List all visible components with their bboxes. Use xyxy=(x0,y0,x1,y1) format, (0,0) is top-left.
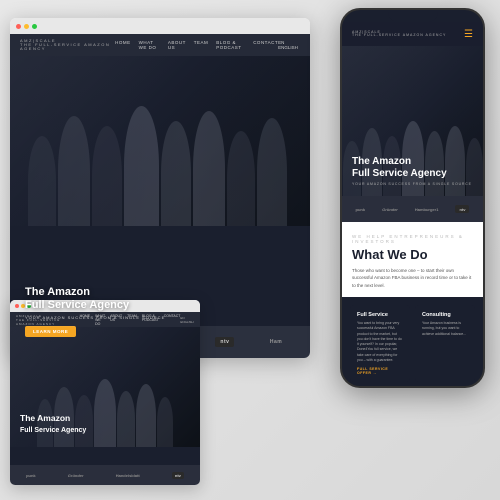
desktop-page-content: AMZ|SCALE THE FULL-SERVICE AMAZON AGENCY… xyxy=(10,34,310,358)
phone-mockup: AMZ|SCALE THE FULL-SERVICE AMAZON AGENCY… xyxy=(340,8,485,388)
desktop-nav: AMZ|SCALE THE FULL-SERVICE AMAZON AGENCY… xyxy=(10,34,310,56)
desk2-press-handelsblatt: Handelsblatt xyxy=(116,473,140,478)
phone-hero-image: The Amazon Full Service Agency YOUR AMAZ… xyxy=(342,46,483,196)
desktop-hero-image xyxy=(10,56,310,226)
desk2-press-grunder: Gründer xyxy=(68,473,84,478)
desk2-nav-contact[interactable]: CONTACT xyxy=(164,314,181,326)
desk2-nav-home[interactable]: HOME xyxy=(80,314,91,326)
browser-close-dot xyxy=(16,24,21,29)
browser-min-dot xyxy=(24,24,29,29)
phone-card-title-1: Full Service xyxy=(357,312,403,318)
phone-press-ntv: ntv xyxy=(455,205,469,213)
desktop-mockup-main: AMZ|SCALE THE FULL-SERVICE AMAZON AGENCY… xyxy=(10,18,310,358)
phone-wwd-title: What We Do xyxy=(352,248,473,262)
desk2-nav-what[interactable]: WHAT WE DO xyxy=(95,314,105,326)
phone-card-text-1: You want to bring your very successful A… xyxy=(357,321,403,363)
phone-press-hamburger1: Hamburger1 xyxy=(415,207,439,212)
desktop-2-nav-links: HOME WHAT WE DO ABOUT US TEAM BLOG & POD… xyxy=(80,314,181,326)
desktop-2-hero-text: The Amazon Full Service Agency xyxy=(20,413,86,435)
hamburger-icon[interactable]: ☰ xyxy=(464,29,473,40)
phone-service-cards: Full Service You want to bring your very… xyxy=(342,305,483,382)
desktop-cta-button[interactable]: LEARN MORE xyxy=(25,326,76,337)
browser-max-dot xyxy=(32,24,37,29)
language-selector[interactable]: EN ENGLISH xyxy=(278,40,300,50)
phone-screen: AMZ|SCALE THE FULL-SERVICE AMAZON AGENCY… xyxy=(342,10,483,386)
phone-press-unknown: Gründer xyxy=(382,207,398,212)
nav-contact[interactable]: CONTACT xyxy=(253,40,278,50)
phone-wwd-eyebrow: WE HELP ENTREPRENEURS & INVESTORS xyxy=(352,234,473,244)
phone-wwd-description: Those who want to become one – to start … xyxy=(352,267,473,289)
phone-headline: The Amazon Full Service Agency xyxy=(352,156,472,180)
desk2-nav-about[interactable]: ABOUT US xyxy=(110,314,122,326)
desk2-press-punk: punk xyxy=(26,473,36,478)
phone-hero-text: The Amazon Full Service Agency YOUR AMAZ… xyxy=(352,156,472,186)
desk2-nav-blog[interactable]: BLOG & PODCAST xyxy=(142,314,159,326)
phone-press-punk: punk xyxy=(356,207,366,212)
desktop-2-logo: AMZ|SCALE THE FULL-SERVICE AMAZON AGENCY xyxy=(16,314,80,326)
phone-card-consulting: Consulting Your Amazon business is runni… xyxy=(415,305,475,382)
nav-home[interactable]: HOME xyxy=(115,40,131,50)
press-logo-ham: Ham xyxy=(270,339,282,345)
nav-team[interactable]: TEAM xyxy=(194,40,209,50)
press-logo-ntv: ntv xyxy=(215,337,234,347)
nav-blog[interactable]: BLOG & PODCAST xyxy=(216,40,245,50)
phone-notch xyxy=(388,10,438,22)
phone-card-full-service: Full Service You want to bring your very… xyxy=(350,305,410,382)
browser-chrome-bar xyxy=(10,18,310,34)
phone-card-title-2: Consulting xyxy=(422,312,468,318)
phone-logo: AMZ|SCALE THE FULL-SERVICE AMAZON AGENCY xyxy=(352,31,446,38)
nav-about-us[interactable]: ABOUT US xyxy=(168,40,186,50)
desktop-logo: AMZ|SCALE THE FULL-SERVICE AMAZON AGENCY xyxy=(20,39,115,51)
desk2-press-ntv: ntv xyxy=(172,472,184,479)
phone-subheadline: YOUR AMAZON SUCCESS FROM A SINGLE SOURCE xyxy=(352,182,472,186)
desktop-nav-links: HOME WHAT WE DO ABOUT US TEAM BLOG & POD… xyxy=(115,40,278,50)
nav-what-we-do[interactable]: WHAT WE DO xyxy=(139,40,160,50)
phone-nav: AMZ|SCALE THE FULL-SERVICE AMAZON AGENCY… xyxy=(342,22,483,46)
desktop-headline: The Amazon Full Service Agency xyxy=(25,286,165,312)
desktop-2-press-logos: punk Gründer Handelsblatt ntv xyxy=(10,465,200,485)
desktop-2-hero: The Amazon Full Service Agency xyxy=(10,327,200,447)
desktop-2-nav: AMZ|SCALE THE FULL-SERVICE AMAZON AGENCY… xyxy=(10,312,200,327)
desk2-lang[interactable]: EN ENGLISH xyxy=(180,316,194,324)
browser-close-dot-2 xyxy=(15,304,19,308)
desk2-nav-team[interactable]: TEAM xyxy=(127,314,137,326)
phone-press-logos: punk Gründer Hamburger1 ntv xyxy=(342,196,483,222)
phone-card-text-2: Your Amazon business is running, but you… xyxy=(422,321,468,337)
phone-what-we-do-section: WE HELP ENTREPRENEURS & INVESTORS What W… xyxy=(342,222,483,297)
phone-card-link-1[interactable]: FULL SERVICE OFFER → xyxy=(357,367,403,375)
desktop-2-headline: The Amazon Full Service Agency xyxy=(20,413,86,435)
